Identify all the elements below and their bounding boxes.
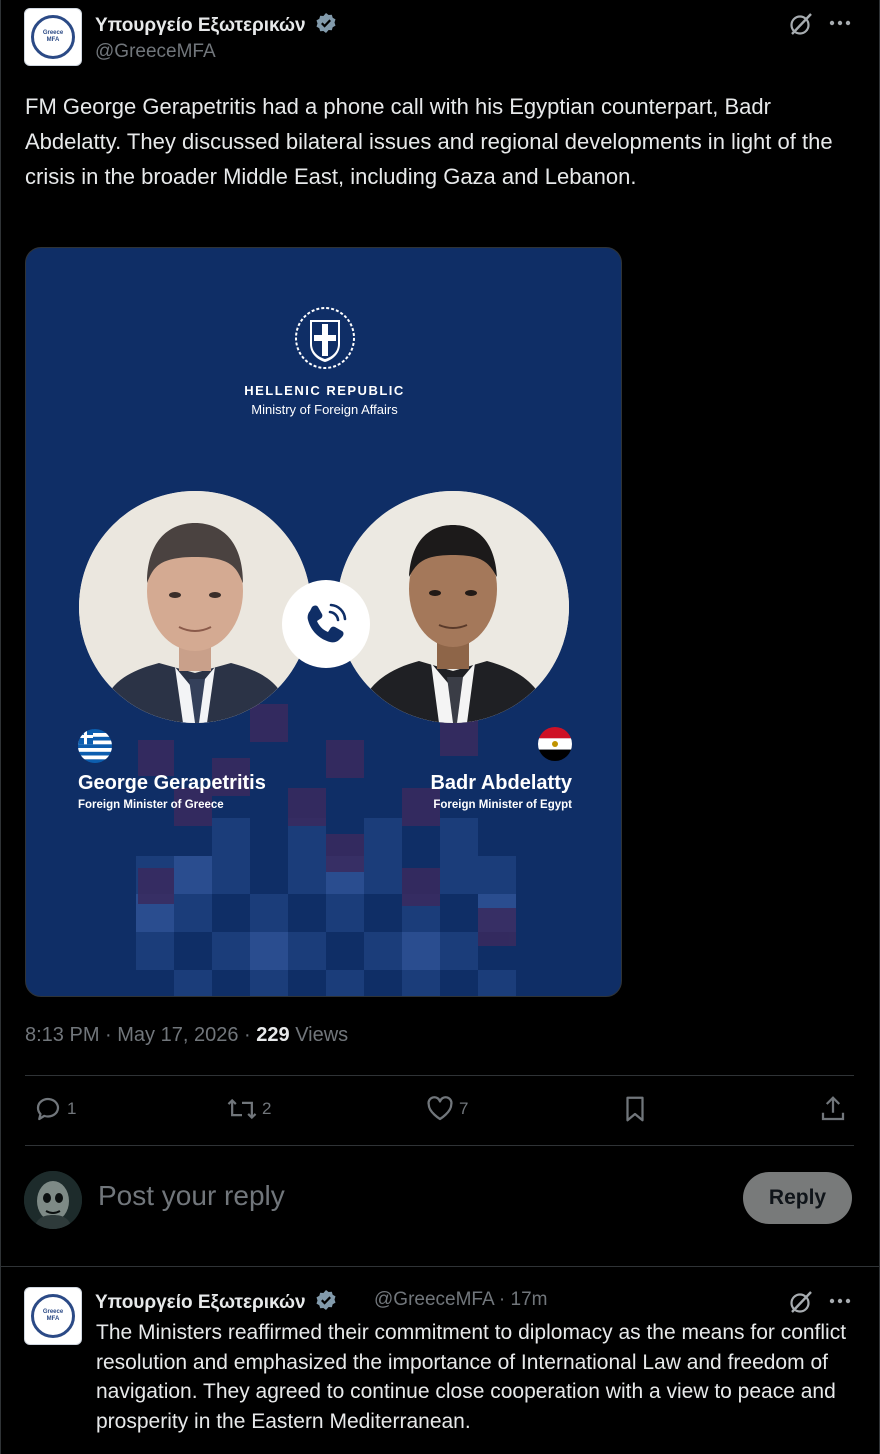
share-icon [821, 1096, 845, 1121]
bookmark-action[interactable] [620, 1094, 650, 1124]
grok-icon[interactable] [788, 1289, 814, 1315]
verified-badge-icon [316, 1290, 336, 1310]
tweet-date[interactable]: May 17, 2026 [117, 1024, 238, 1046]
more-icon[interactable] [828, 19, 852, 27]
coat-of-arms-icon [295, 307, 355, 369]
divider [25, 1075, 854, 1076]
author-name[interactable]: Υπουργείο Εξωτερικών [95, 12, 337, 37]
right-person-role: Foreign Minister of Egypt [433, 799, 572, 811]
tweet-image-card[interactable]: HELLENIC REPUBLIC Ministry of Foreign Af… [25, 247, 622, 997]
reply-icon [36, 1097, 60, 1121]
avatar-logo: Greece MFA [31, 15, 75, 59]
reply-text: The Ministers reaffirmed their commitmen… [96, 1321, 847, 1433]
phone-icon [307, 603, 347, 643]
like-count: 7 [459, 1099, 469, 1118]
share-action[interactable] [818, 1094, 848, 1124]
verified-badge-icon [316, 13, 336, 33]
bookmark-icon [626, 1096, 644, 1122]
reply-author-handle-time: @GreeceMFA · 17m [374, 1289, 548, 1310]
thread-divider [0, 1266, 880, 1267]
reply-author-name-text[interactable]: Υπουργείο Εξωτερικών [95, 1292, 306, 1313]
reply-author-handle[interactable]: @GreeceMFA [374, 1289, 494, 1310]
repost-count: 2 [262, 1099, 272, 1118]
reply-input[interactable]: Post your reply [98, 1180, 285, 1212]
grok-icon[interactable] [788, 11, 814, 37]
left-person-role: Foreign Minister of Greece [78, 799, 224, 811]
views-label: Views [295, 1024, 349, 1046]
card-subheading: Ministry of Foreign Affairs [251, 402, 398, 417]
reply-author-avatar[interactable]: Greece MFA [24, 1287, 82, 1345]
left-person-name: George Gerapetritis [78, 772, 266, 794]
reply-button[interactable]: Reply [743, 1172, 852, 1224]
reply-count: 1 [67, 1099, 77, 1118]
tweet-text: FM George Gerapetritis had a phone call … [25, 94, 833, 189]
like-action[interactable]: 7 [425, 1094, 468, 1124]
avatar-logo: Greece MFA [31, 1294, 75, 1338]
heart-icon [427, 1096, 453, 1121]
portrait-george-gerapetritis [79, 491, 311, 723]
reply-action[interactable]: 1 [33, 1094, 76, 1124]
tweet-meta: 8:13 PM · May 17, 2026 · 229 Views [25, 1024, 349, 1046]
right-person-name: Badr Abdelatty [430, 772, 572, 794]
tweet-time[interactable]: 8:13 PM [25, 1024, 99, 1046]
author-avatar[interactable]: Greece MFA [24, 8, 82, 66]
current-user-avatar[interactable] [24, 1171, 82, 1229]
author-handle[interactable]: @GreeceMFA [95, 41, 216, 63]
left-border [0, 0, 1, 1454]
views-count: 229 [256, 1024, 290, 1046]
author-name-text[interactable]: Υπουργείο Εξωτερικών [95, 15, 306, 36]
reply-time[interactable]: 17m [511, 1289, 548, 1310]
divider [25, 1145, 854, 1146]
egypt-flag-icon [538, 727, 572, 761]
repost-action[interactable]: 2 [226, 1094, 271, 1124]
greece-flag-icon [78, 729, 112, 763]
card-heading: HELLENIC REPUBLIC [244, 383, 405, 398]
portrait-badr-abdelatty [337, 491, 569, 723]
reply-author-name[interactable]: Υπουργείο Εξωτερικών [95, 1289, 337, 1314]
more-icon[interactable] [828, 1297, 852, 1305]
phone-call-badge [282, 580, 370, 668]
repost-icon [227, 1098, 257, 1120]
